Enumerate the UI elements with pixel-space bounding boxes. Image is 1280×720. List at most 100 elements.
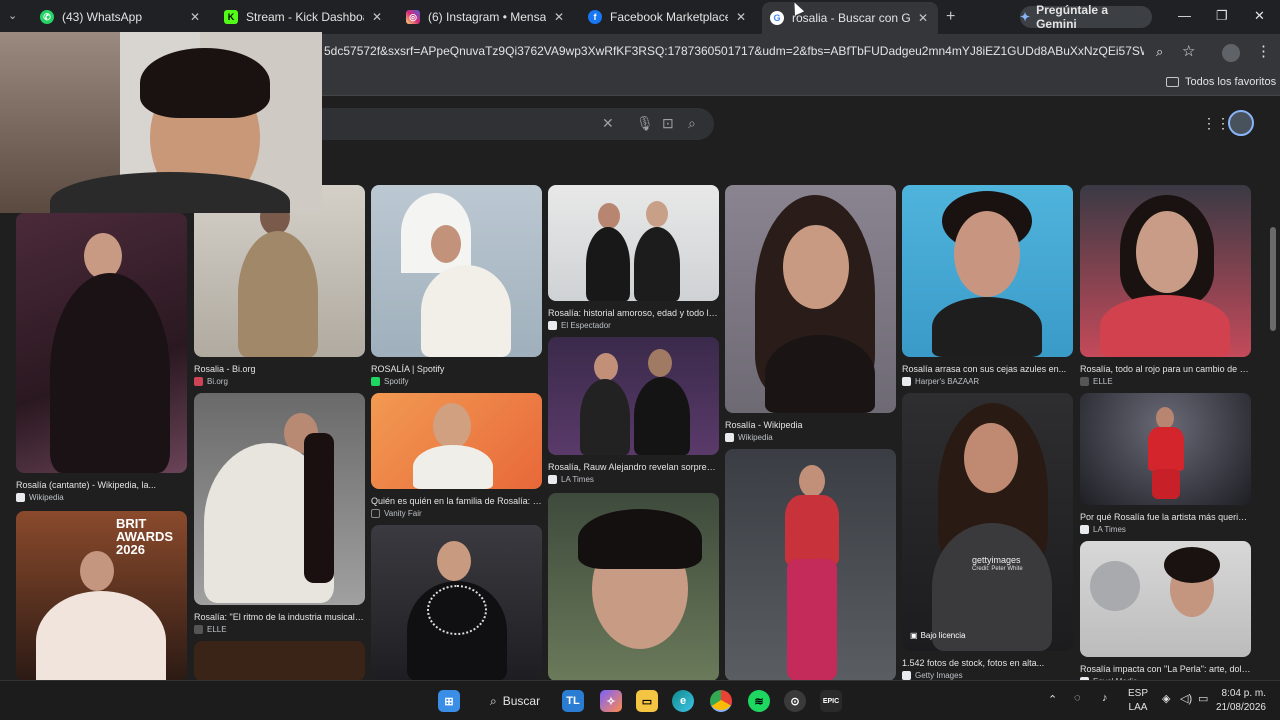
result-thumbnail[interactable] [194,393,365,605]
image-result[interactable] [725,449,896,681]
result-thumbnail[interactable]: gettyimages Credit: Peter White ▣ Bajo li… [902,393,1073,651]
gemini-sparkle-icon: ✦ [1020,10,1031,24]
battery-icon[interactable]: ▭ [1198,692,1208,705]
vanity-fair-icon [371,509,380,518]
close-tab-icon[interactable]: ✕ [916,11,930,25]
zoom-icon[interactable]: ⌕ [1156,44,1163,60]
image-result[interactable]: Quién es quién en la familia de Rosalía:… [371,393,542,519]
spotify-icon [371,377,380,386]
facebook-icon: f [588,10,602,24]
close-tab-icon[interactable]: ✕ [188,10,202,24]
tab-strip: ⌄ ✆ (43) WhatsApp ✕ K Stream - Kick Dash… [0,0,1280,34]
language-indicator[interactable]: ESP LAA [1128,687,1148,715]
wifi-icon[interactable]: ◈ [1162,692,1170,705]
tab-google-search[interactable]: G rosalia - Buscar con Google ✕ [762,2,938,34]
image-result[interactable]: Rosalía - Wikipedia Wikipedia [725,185,896,443]
license-icon: ▣ [910,631,918,640]
tab-whatsapp[interactable]: ✆ (43) WhatsApp ✕ [32,4,210,30]
restore-button[interactable]: ❐ [1216,8,1228,24]
gemini-button[interactable]: ✦ Pregúntale a Gemini [1020,3,1152,31]
image-result[interactable] [371,525,542,681]
microphone-tray-icon[interactable]: ♪ [1102,692,1108,704]
menu-icon[interactable]: ⋮ [1256,42,1271,60]
close-tab-icon[interactable]: ✕ [552,10,566,24]
image-result[interactable]: Rosalía, Rauw Alejandro revelan sorpresa… [548,337,719,485]
tab-facebook[interactable]: f Facebook Marketplace | Fac ✕ [580,4,756,30]
el-espectador-icon [548,321,557,330]
address-bar[interactable]: 5dc57572f&sxsrf=APpeQnuvaTz9Qi3762VA9wp3… [324,44,1144,58]
image-result[interactable] [548,493,719,681]
image-result[interactable]: Rosalía arrasa con sus cejas azules en..… [902,185,1073,387]
windows-taskbar: ⊞ ⌕ Buscar TL ✧ ▭ e ≋ ⊙ EPIC ⌃ ◌ ♪ ESP L… [0,680,1280,720]
webcam-overlay [0,32,322,213]
result-thumbnail[interactable] [1080,541,1251,657]
bookmark-star-icon[interactable]: ☆ [1182,42,1195,60]
tab-search-icon[interactable]: ⌄ [8,9,17,22]
result-thumbnail[interactable] [371,393,542,489]
streamer-hair [140,48,270,118]
taskbar-search-button[interactable]: ⌕ Buscar [482,688,542,714]
close-tab-icon[interactable]: ✕ [734,10,748,24]
result-thumbnail[interactable] [725,185,896,413]
image-result[interactable]: Rosalía: historial amoroso, edad y todo … [548,185,719,331]
clock[interactable]: 8:04 p. m. 21/08/2026 [1214,687,1266,715]
result-thumbnail[interactable] [16,213,187,473]
tab-instagram[interactable]: ◎ (6) Instagram • Mensajes ✕ [398,4,574,30]
tab-kick[interactable]: K Stream - Kick Dashboard ✕ [216,4,392,30]
image-result[interactable]: Rosalía impacta con "La Perla": arte, do… [1080,541,1251,681]
image-result[interactable]: Rosalia - Bi.org Bi.org [194,185,365,387]
clear-icon[interactable]: ✕ [602,115,614,132]
close-window-button[interactable]: ✕ [1254,8,1265,24]
result-thumbnail[interactable]: BRIT AWARDS 2026 [16,511,187,681]
result-thumbnail[interactable] [548,337,719,455]
image-result[interactable]: ROSALÍA | Spotify Spotify [371,185,542,387]
account-avatar[interactable] [1228,110,1254,136]
image-result[interactable]: Rosalía (cantante) - Wikipedia, la... Wi… [16,213,187,503]
result-thumbnail[interactable] [725,449,896,681]
close-tab-icon[interactable]: ✕ [370,10,384,24]
copilot-icon[interactable]: ✧ [600,690,622,712]
microphone-icon[interactable]: 🎙 [636,115,654,132]
filter-chips-strip [320,149,1260,153]
search-icon[interactable]: ⌕ [688,115,696,132]
image-result[interactable]: Por qué Rosalía fue la artista más queri… [1080,393,1251,535]
result-thumbnail[interactable] [371,525,542,681]
getty-icon [902,671,911,680]
scrollbar-thumb[interactable] [1270,227,1276,331]
harpers-bazaar-icon [902,377,911,386]
image-result[interactable]: Rosalía, todo al rojo para un cambio de … [1080,185,1251,387]
license-badge: ▣ Bajo licencia [910,631,966,640]
volume-icon[interactable]: ◁) [1180,692,1192,705]
image-result[interactable]: Rosalía: "El ritmo de la industria music… [194,393,365,635]
result-thumbnail[interactable] [548,185,719,301]
minimize-button[interactable]: — [1178,8,1191,23]
windows-start-icon[interactable]: ⊞ [438,690,460,712]
result-thumbnail[interactable] [902,185,1073,357]
google-icon: G [770,11,784,25]
image-result[interactable]: BRIT AWARDS 2026 [16,511,187,681]
result-thumbnail[interactable] [371,185,542,357]
file-explorer-icon[interactable]: ▭ [636,690,658,712]
image-result[interactable]: gettyimages Credit: Peter White ▣ Bajo li… [902,393,1073,681]
search-icon: ⌕ [490,693,497,708]
chrome-icon[interactable] [710,690,732,712]
edge-icon[interactable]: e [672,690,694,712]
epic-games-icon[interactable]: EPIC [820,690,842,712]
result-thumbnail[interactable] [548,493,719,681]
app-icon[interactable]: TL [562,690,584,712]
profile-avatar[interactable] [1222,44,1240,62]
tray-icon[interactable]: ◌ [1074,692,1081,704]
image-result[interactable] [194,641,365,681]
result-thumbnail[interactable] [1080,393,1251,505]
spotify-icon[interactable]: ≋ [748,690,770,712]
instagram-icon: ◎ [406,10,420,24]
result-thumbnail[interactable] [194,641,365,681]
lens-icon[interactable]: ⊡ [662,115,674,132]
result-thumbnail[interactable] [1080,185,1251,357]
whatsapp-icon: ✆ [40,10,54,24]
all-bookmarks-button[interactable]: Todos los favoritos [1166,76,1276,88]
search-input[interactable]: ✕ 🎙 ⊡ ⌕ [320,108,714,140]
app-icon-red[interactable]: ⊙ [784,690,806,712]
tray-chevron-icon[interactable]: ⌃ [1048,693,1057,706]
new-tab-button[interactable]: + [946,8,955,26]
